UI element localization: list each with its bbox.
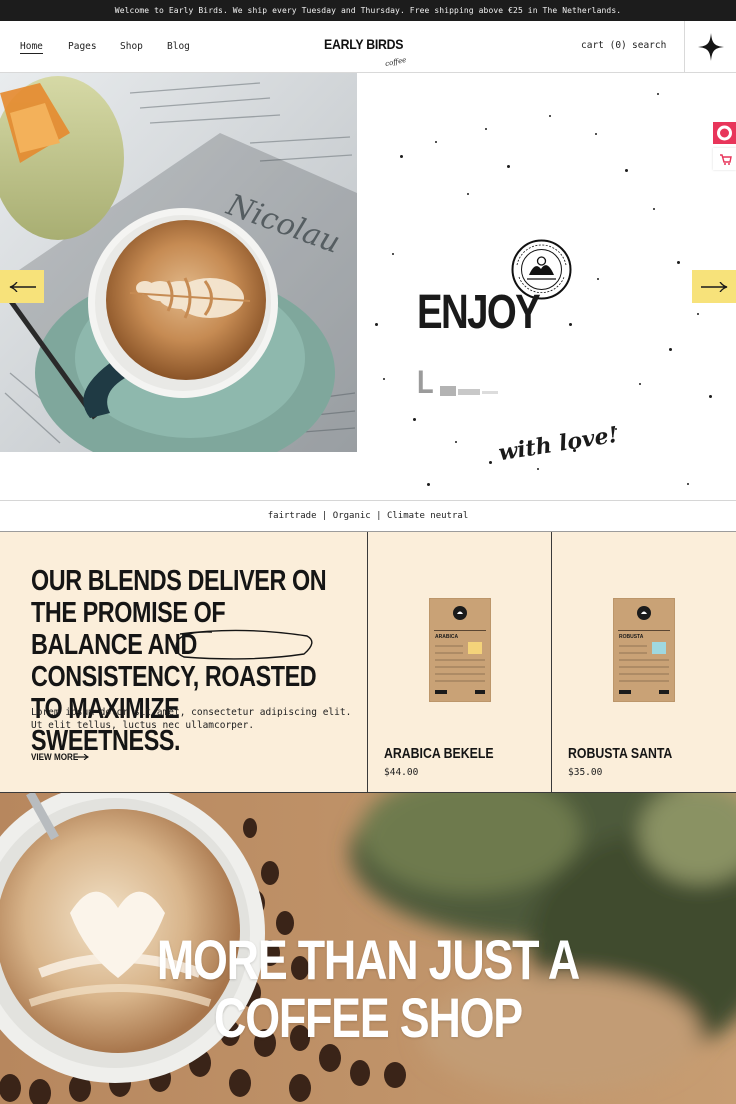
hero-section: Nicolau ENJOY L with love!	[0, 73, 736, 500]
arrow-right-small-icon	[74, 754, 89, 760]
nav-pages-link[interactable]: Pages	[68, 41, 97, 52]
announcement-bar: Welcome to Early Birds. We ship every Tu…	[0, 0, 736, 21]
site-logo[interactable]: EARLY BIRDS	[324, 36, 404, 52]
arrow-left-icon	[9, 282, 36, 292]
menu-star-button[interactable]	[684, 21, 736, 73]
side-lifebuoy-button[interactable]	[713, 122, 736, 144]
nav-shop-link[interactable]: Shop	[120, 41, 143, 52]
products-section: OUR BLENDS DELIVER ON THE PROMISE OF BAL…	[0, 532, 736, 793]
coffee-shop-banner: MORE THAN JUST A COFFEE SHOP	[0, 793, 736, 1104]
hero-headline-enjoy: ENJOY	[417, 286, 541, 339]
search-link[interactable]: search	[632, 40, 666, 51]
product-price: $35.00	[568, 767, 603, 778]
arrow-right-icon	[701, 282, 728, 292]
side-cart-button[interactable]	[713, 148, 736, 170]
blends-description: Lorem ipsum dolor sit amet, consectetur …	[31, 707, 352, 731]
hero-headline-second-word: L	[417, 364, 434, 400]
values-tagline: fairtrade | Organic | Climate neutral	[0, 500, 736, 532]
logo-subtitle: coffee	[384, 55, 407, 69]
view-more-label: VIEW MORE	[31, 752, 79, 762]
cart-icon	[720, 154, 732, 165]
glitch-text-bars	[440, 386, 498, 396]
product-card[interactable]: ARABICA ARABICA BEKELE $44.00	[368, 532, 552, 792]
product-price: $44.00	[384, 767, 419, 778]
view-more-link[interactable]: VIEW MORE	[31, 752, 89, 762]
product-name[interactable]: ARABICA BEKELE	[384, 745, 494, 762]
banner-headline: MORE THAN JUST A COFFEE SHOP	[74, 931, 663, 1047]
cart-link[interactable]: cart (0)	[581, 40, 627, 51]
slider-next-button[interactable]	[692, 270, 736, 303]
circle-scribble-decoration	[175, 629, 313, 660]
coffee-bag-image: ARABICA	[429, 598, 491, 702]
blends-intro: OUR BLENDS DELIVER ON THE PROMISE OF BAL…	[0, 532, 368, 792]
lifebuoy-icon	[717, 125, 732, 141]
banner-headline-line1: MORE THAN JUST A	[156, 928, 580, 991]
bag-label: ARABICA	[435, 634, 458, 640]
hero-coffee-photo: Nicolau	[0, 73, 357, 452]
sparkle-icon	[698, 33, 724, 61]
nav-home-link[interactable]: Home	[20, 41, 43, 54]
nav-blog-link[interactable]: Blog	[167, 41, 190, 52]
coffee-bag-image: ROBUSTA	[613, 598, 675, 702]
banner-headline-line2: COFFEE SHOP	[214, 986, 523, 1049]
product-name[interactable]: ROBUSTA SANTA	[568, 745, 672, 762]
slider-prev-button[interactable]	[0, 270, 44, 303]
site-header: Home Pages Shop Blog EARLY BIRDS coffee …	[0, 21, 736, 73]
bag-label: ROBUSTA	[619, 634, 644, 640]
product-card[interactable]: ROBUSTA ROBUSTA SANTA $35.00	[552, 532, 736, 792]
